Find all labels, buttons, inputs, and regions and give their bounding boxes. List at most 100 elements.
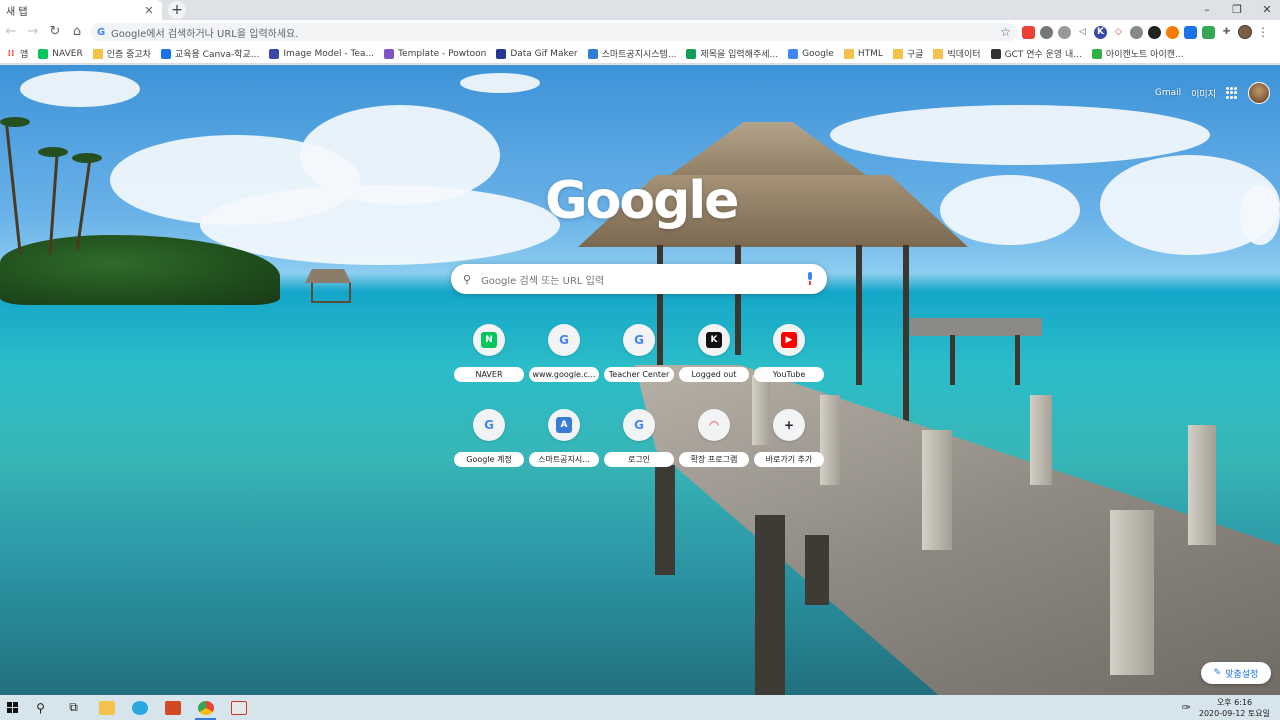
file-explorer-icon[interactable]: [90, 695, 123, 720]
bookmark-item[interactable]: Image Model - Tea...: [269, 48, 374, 59]
shortcut-favicon-icon: K: [698, 324, 730, 356]
tab-new-tab[interactable]: 새 탭 ✕: [0, 0, 162, 20]
shortcut-tile[interactable]: G Google 계정: [453, 409, 525, 479]
extension-icon[interactable]: [1040, 25, 1053, 39]
extension-icon[interactable]: [1148, 25, 1161, 39]
bookmark-star-icon[interactable]: ☆: [1000, 25, 1011, 39]
bookmark-item[interactable]: 인증 중고차: [92, 47, 151, 60]
powerpoint-slideshow-icon[interactable]: [222, 695, 255, 720]
tab-title: 새 탭: [6, 6, 28, 18]
shortcut-tile[interactable]: ◠ 확장 프로그램: [678, 409, 750, 479]
profile-avatar[interactable]: [1238, 25, 1252, 39]
address-bar[interactable]: G Google에서 검색하거나 URL을 입력하세요. ☆: [91, 23, 1017, 41]
shortcut-favicon-icon: G: [623, 409, 655, 441]
task-view-icon[interactable]: ⧉: [57, 695, 90, 720]
maximize-button[interactable]: ❐: [1222, 0, 1252, 20]
forward-button[interactable]: →: [22, 21, 44, 43]
new-tab-button[interactable]: +: [168, 1, 186, 19]
minimize-button[interactable]: –: [1192, 0, 1222, 20]
teachable-icon: [269, 48, 280, 59]
shortcut-glyph: A: [556, 417, 572, 433]
shortcut-favicon-icon: A: [548, 409, 580, 441]
palm-tree: [5, 125, 22, 255]
ntp-search-box[interactable]: ⚲ Google 검색 또는 URL 입력: [451, 264, 827, 294]
gct-icon: [990, 48, 1001, 59]
clock[interactable]: 오후 6:16 2020-09-12 토요일: [1199, 697, 1270, 719]
bookmark-item[interactable]: 구글: [892, 47, 924, 60]
images-link[interactable]: 이미지: [1191, 87, 1216, 100]
shortcut-tile[interactable]: N NAVER: [453, 324, 525, 394]
pier-post: [1188, 425, 1216, 545]
bookmark-label: NAVER: [52, 48, 83, 59]
apps-grid-extension-icon[interactable]: [1022, 25, 1035, 39]
bookmark-label: Data Gif Maker: [510, 48, 578, 59]
bookmark-item[interactable]: 스마트공지시스템...: [587, 47, 676, 60]
extension-icon[interactable]: [1130, 25, 1143, 39]
mute-icon[interactable]: ◁: [1076, 26, 1089, 39]
cloud: [830, 105, 1210, 165]
shortcut-favicon-icon: G: [473, 409, 505, 441]
more-menu-icon[interactable]: ⋮: [1257, 22, 1269, 42]
shortcut-label: Teacher Center: [604, 367, 674, 382]
bookmark-item[interactable]: Data Gif Maker: [496, 48, 578, 59]
gmail-link[interactable]: Gmail: [1155, 88, 1181, 98]
extension-icon[interactable]: [1166, 25, 1179, 39]
account-avatar[interactable]: [1248, 82, 1270, 104]
home-button[interactable]: ⌂: [66, 21, 88, 43]
internet-explorer-icon[interactable]: [123, 695, 156, 720]
bookmark-item[interactable]: Google: [788, 48, 834, 59]
shortcut-label: Logged out: [679, 367, 749, 382]
bookmark-label: 앱: [20, 50, 29, 60]
chrome-taskbar-icon[interactable]: [189, 695, 222, 720]
extension-icon[interactable]: ◇: [1112, 26, 1125, 39]
puzzle-extensions-icon[interactable]: ✚: [1220, 26, 1233, 39]
shortcut-tile[interactable]: + 바로가기 추가: [753, 409, 825, 479]
bookmark-item[interactable]: HTML: [843, 48, 883, 59]
shortcut-tile[interactable]: Gwww.google.c...: [528, 324, 600, 394]
small-hut-roof: [305, 269, 351, 283]
bookmark-item[interactable]: 교육용 Canva-학교...: [160, 47, 260, 60]
search-taskbar-icon[interactable]: ⚲: [24, 695, 57, 720]
voice-search-mic-icon[interactable]: [805, 272, 815, 286]
pier-piling: [805, 535, 829, 605]
customize-button[interactable]: ✎ 맞춤설정: [1201, 662, 1271, 684]
google-apps-icon[interactable]: [1226, 87, 1238, 99]
pier-piling: [655, 465, 675, 575]
shortcut-label: NAVER: [454, 367, 524, 382]
folder-icon: [933, 48, 944, 59]
bookmark-item[interactable]: ⁞⁞ 앱: [6, 47, 29, 61]
shortcut-tile[interactable]: ▶ YouTube: [753, 324, 825, 394]
bookmark-item[interactable]: Template - Powtoon: [384, 48, 486, 59]
reload-button[interactable]: ↻: [44, 21, 66, 43]
bookmark-label: Google: [802, 48, 834, 59]
close-window-button[interactable]: ✕: [1252, 0, 1280, 20]
k-extension-icon[interactable]: K: [1094, 25, 1107, 39]
small-hut-dock: [311, 283, 351, 303]
side-dock: [910, 318, 1042, 336]
bookmark-item[interactable]: 아이캔노트 아이캔...: [1091, 47, 1184, 60]
bookmark-label: 제목을 입력해주세...: [700, 50, 779, 60]
clock-date: 2020-09-12 토요일: [1198, 708, 1270, 718]
extension-icon[interactable]: [1184, 25, 1197, 39]
bookmark-item[interactable]: 빅데이터: [933, 47, 981, 60]
powerpoint-icon[interactable]: [156, 695, 189, 720]
pen-icon[interactable]: ✑: [1182, 701, 1191, 714]
bookmark-label: 교육용 Canva-학교...: [174, 50, 260, 60]
start-button[interactable]: [0, 695, 24, 720]
extension-icon[interactable]: [1202, 25, 1215, 39]
shortcut-tile[interactable]: A 스마트공지시...: [528, 409, 600, 479]
bookmark-label: 구글: [906, 50, 924, 60]
close-tab-icon[interactable]: ✕: [142, 4, 156, 17]
cloud: [1240, 185, 1280, 245]
back-button[interactable]: ←: [0, 21, 22, 43]
bookmark-item[interactable]: 제목을 입력해주세...: [686, 47, 778, 60]
shortcut-label: www.google.c...: [529, 367, 599, 382]
pier-post: [1030, 395, 1052, 485]
shortcut-tile[interactable]: G Teacher Center: [603, 324, 675, 394]
shortcut-tile[interactable]: G 로그인: [603, 409, 675, 479]
extension-icon[interactable]: [1058, 25, 1071, 39]
shortcut-tile[interactable]: K Logged out: [678, 324, 750, 394]
bookmark-item[interactable]: GCT 연수 운영 내...: [990, 47, 1082, 60]
bookmark-label: 인증 중고차: [106, 50, 151, 60]
bookmark-item[interactable]: NAVER: [38, 48, 83, 59]
